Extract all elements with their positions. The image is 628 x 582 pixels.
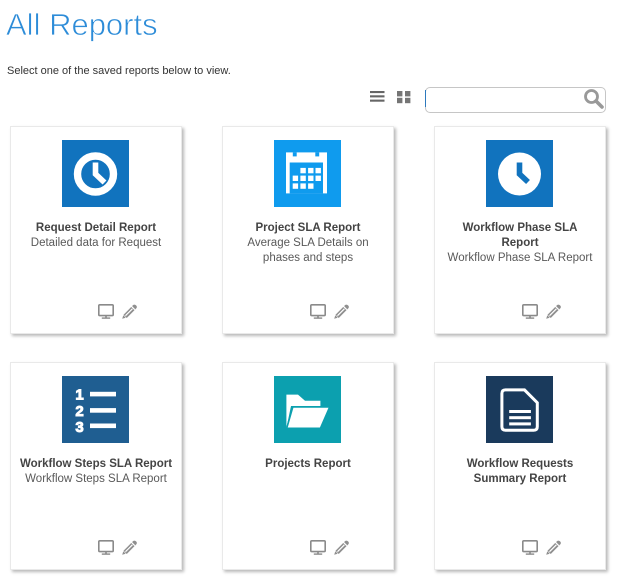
svg-text:1: 1 [75,387,83,404]
svg-text:2: 2 [75,403,83,420]
svg-text:3: 3 [75,419,83,436]
